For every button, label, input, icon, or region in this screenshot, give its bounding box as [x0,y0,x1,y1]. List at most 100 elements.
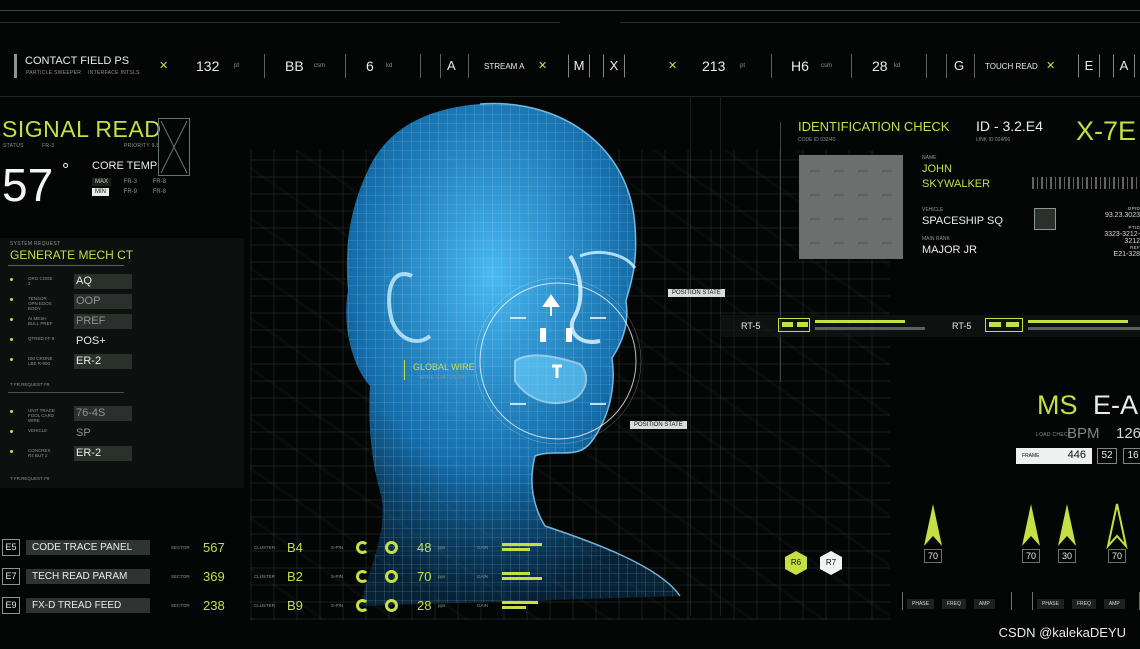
photo-thumb[interactable]: photo [803,231,827,255]
mech-row-value: PREF [74,314,132,329]
mech-row-value: AQ [74,274,132,289]
gain-meter [502,543,542,553]
field-unit-1: pt [234,63,240,69]
name-last: SKYWALKER [922,178,991,190]
photo-grid[interactable]: photo photo photo photo photo photo phot… [799,155,903,259]
mech-row-value: ER-2 [74,446,132,461]
barcode [1032,177,1140,189]
toggle-m-button[interactable]: M [568,54,590,78]
mech-row[interactable]: TENSOR OPN EDOS BODY OOP [8,293,132,311]
photo-thumb[interactable]: photo [851,159,875,183]
photo-thumb[interactable]: photo [875,231,899,255]
separator [345,54,346,78]
mech-row-value: 76-4S [74,406,132,421]
min-label: MIN [92,188,109,196]
separator [264,54,265,78]
toggle-a-button[interactable]: A [1113,54,1135,78]
mech-row[interactable]: VEHICLE SP [8,425,124,441]
photo-thumb[interactable]: photo [851,207,875,231]
amp-button[interactable]: AMP [1103,599,1125,609]
spin-ring-icon [385,599,398,612]
field-value-2: BB [285,58,304,74]
spin-ring-icon [385,541,398,554]
photo-thumb[interactable]: photo [851,183,875,207]
signal-placeholder-box [158,118,190,176]
unit-label: pps [438,603,446,608]
photo-thumb[interactable]: photo [803,183,827,207]
contact-field-title: CONTACT FIELD PS [25,55,130,67]
phase-button[interactable]: PHASE [1037,599,1064,609]
chip-icon [1034,208,1056,230]
mech-row[interactable]: QTRED FF 9 POS+ [8,333,124,349]
bpm-label: BPM [1067,425,1100,442]
photo-thumb[interactable]: photo [803,207,827,231]
field-letter-g[interactable]: G [954,58,964,73]
freq-button[interactable]: FREQ [1071,599,1096,609]
photo-thumb[interactable]: photo [827,183,851,207]
mech-row-label: QTRED FF 9 [28,336,55,341]
degree-symbol: ° [62,160,70,180]
mech-row[interactable]: DM CRONE LBE R-900 ER-2 [8,353,132,369]
frame-readout[interactable]: FRAME 446 [1016,448,1092,464]
generate-mech-title: GENERATE MECH CT [10,248,134,262]
row-name: CODE TRACE PANEL [32,542,133,553]
freq-button[interactable]: FREQ [941,599,966,609]
photo-thumb[interactable]: photo [875,159,899,183]
frame-count-box[interactable]: 52 [1097,448,1117,464]
photo-thumb[interactable]: photo [875,207,899,231]
field-letter-a[interactable]: A [447,58,456,73]
phase-button[interactable]: PHASE [907,599,934,609]
mech-footnote: T FR.REQUEST F9 [10,476,50,481]
sector-value: 567 [203,540,225,555]
mech-row-value: OOP [74,294,132,309]
trace-row[interactable]: E9 FX-D TREAD FEED SECTOR 238 CLUSTER B9… [0,595,538,617]
status-label: STATUS [3,143,24,149]
toggle-x-button[interactable]: X [603,54,625,78]
sector-label: SECTOR [171,603,190,608]
mech-footnote: T FR.REQUEST F9 [10,382,50,387]
rt-bar [989,322,1001,327]
mech-row[interactable]: AI MESH BULL PREF PREF [8,313,132,329]
cluster-value: B2 [287,569,303,584]
rt-bar [815,320,905,323]
rank-value: MAJOR JR [922,244,977,256]
mech-row-label: TENSOR OPN EDOS BODY [28,296,52,311]
rank-label: MAIN RANK [922,236,950,242]
frame-count-box[interactable]: 16 [1123,448,1140,464]
priority-label: PRIORITY 9.8 [124,143,160,149]
position-state-tag: POSITION STATE [630,421,687,429]
photo-thumb[interactable]: photo [827,159,851,183]
photo-thumb[interactable]: photo [875,183,899,207]
photo-thumb[interactable]: photo [827,207,851,231]
mech-row[interactable]: UNIT TRACE FOOL CARD WIRE 76-4S [8,405,132,423]
mech-row[interactable]: ORG CODE 2 AQ [8,273,132,289]
cross-icon: ✕ [668,60,678,72]
top-frame-line [0,10,1140,11]
top-frame-line [620,22,1140,23]
divider-line [8,265,124,266]
mech-row[interactable]: CONCREX R4 BUT 2 ER-2 [8,445,132,461]
max-label: MAX [92,178,112,186]
sector-value: 238 [203,598,225,613]
min-a: FR-9 [123,189,138,195]
arrow-up-icon [1058,504,1076,546]
separator [946,54,947,78]
count-value: 70 [417,569,432,584]
trace-row[interactable]: E5 CODE TRACE PANEL SECTOR 567 CLUSTER B… [0,537,542,559]
trace-row[interactable]: E7 TECH READ PARAM SECTOR 369 CLUSTER B2… [0,566,542,588]
global-wire-sub: WIRE STATUS 09 [420,375,465,381]
toggle-e-button[interactable]: E [1078,54,1100,78]
unit-label: pps [438,545,446,550]
stream-label: STREAM A [484,62,525,71]
amp-button[interactable]: AMP [973,599,995,609]
photo-thumb[interactable]: photo [803,159,827,183]
mech-row-value: SP [76,427,91,439]
photo-thumb[interactable]: photo [851,231,875,255]
mech-row-label: AI MESH BULL PREF [28,316,53,326]
opid-label: OPID [1127,206,1140,211]
mech-row-label: ORG CODE 2 [28,276,53,286]
spin-ring-icon [356,541,369,554]
signal-read-title: SIGNAL READ [2,116,162,142]
photo-thumb[interactable]: photo [827,231,851,255]
tag-marker [404,360,405,380]
